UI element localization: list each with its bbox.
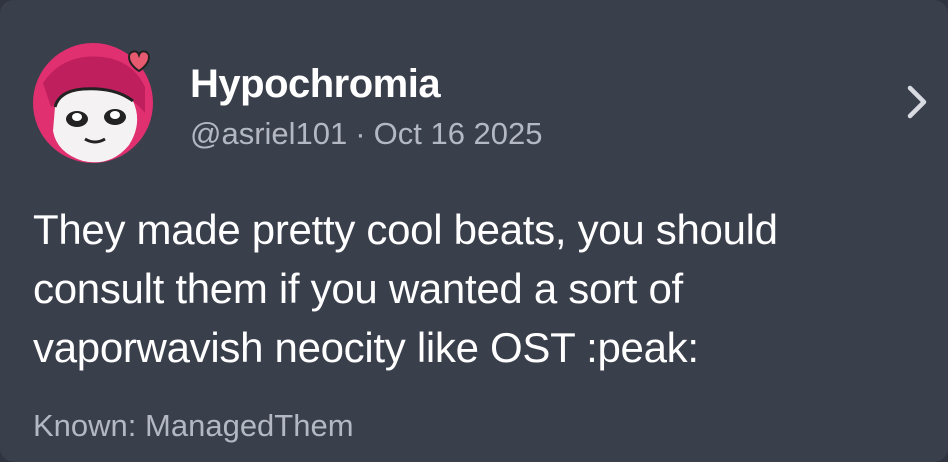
known-label: Known: <box>33 408 137 443</box>
post-card[interactable]: Hypochromia @asriel101 · Oct 16 2025 They … <box>0 0 948 462</box>
known-footer: Known: ManagedThem <box>33 406 354 446</box>
known-value: ManagedThem <box>145 408 354 443</box>
post-body: They made pretty cool beats, you should … <box>33 206 778 371</box>
user-handle[interactable]: @asriel101 <box>190 116 347 151</box>
chevron-right-icon[interactable] <box>898 82 934 122</box>
post-date: Oct 16 2025 <box>373 116 543 151</box>
avatar[interactable] <box>33 43 153 163</box>
avatar-image <box>33 43 153 163</box>
post-meta: @asriel101 · Oct 16 2025 <box>190 114 543 154</box>
display-name[interactable]: Hypochromia <box>190 60 441 108</box>
meta-separator: · <box>355 116 366 151</box>
